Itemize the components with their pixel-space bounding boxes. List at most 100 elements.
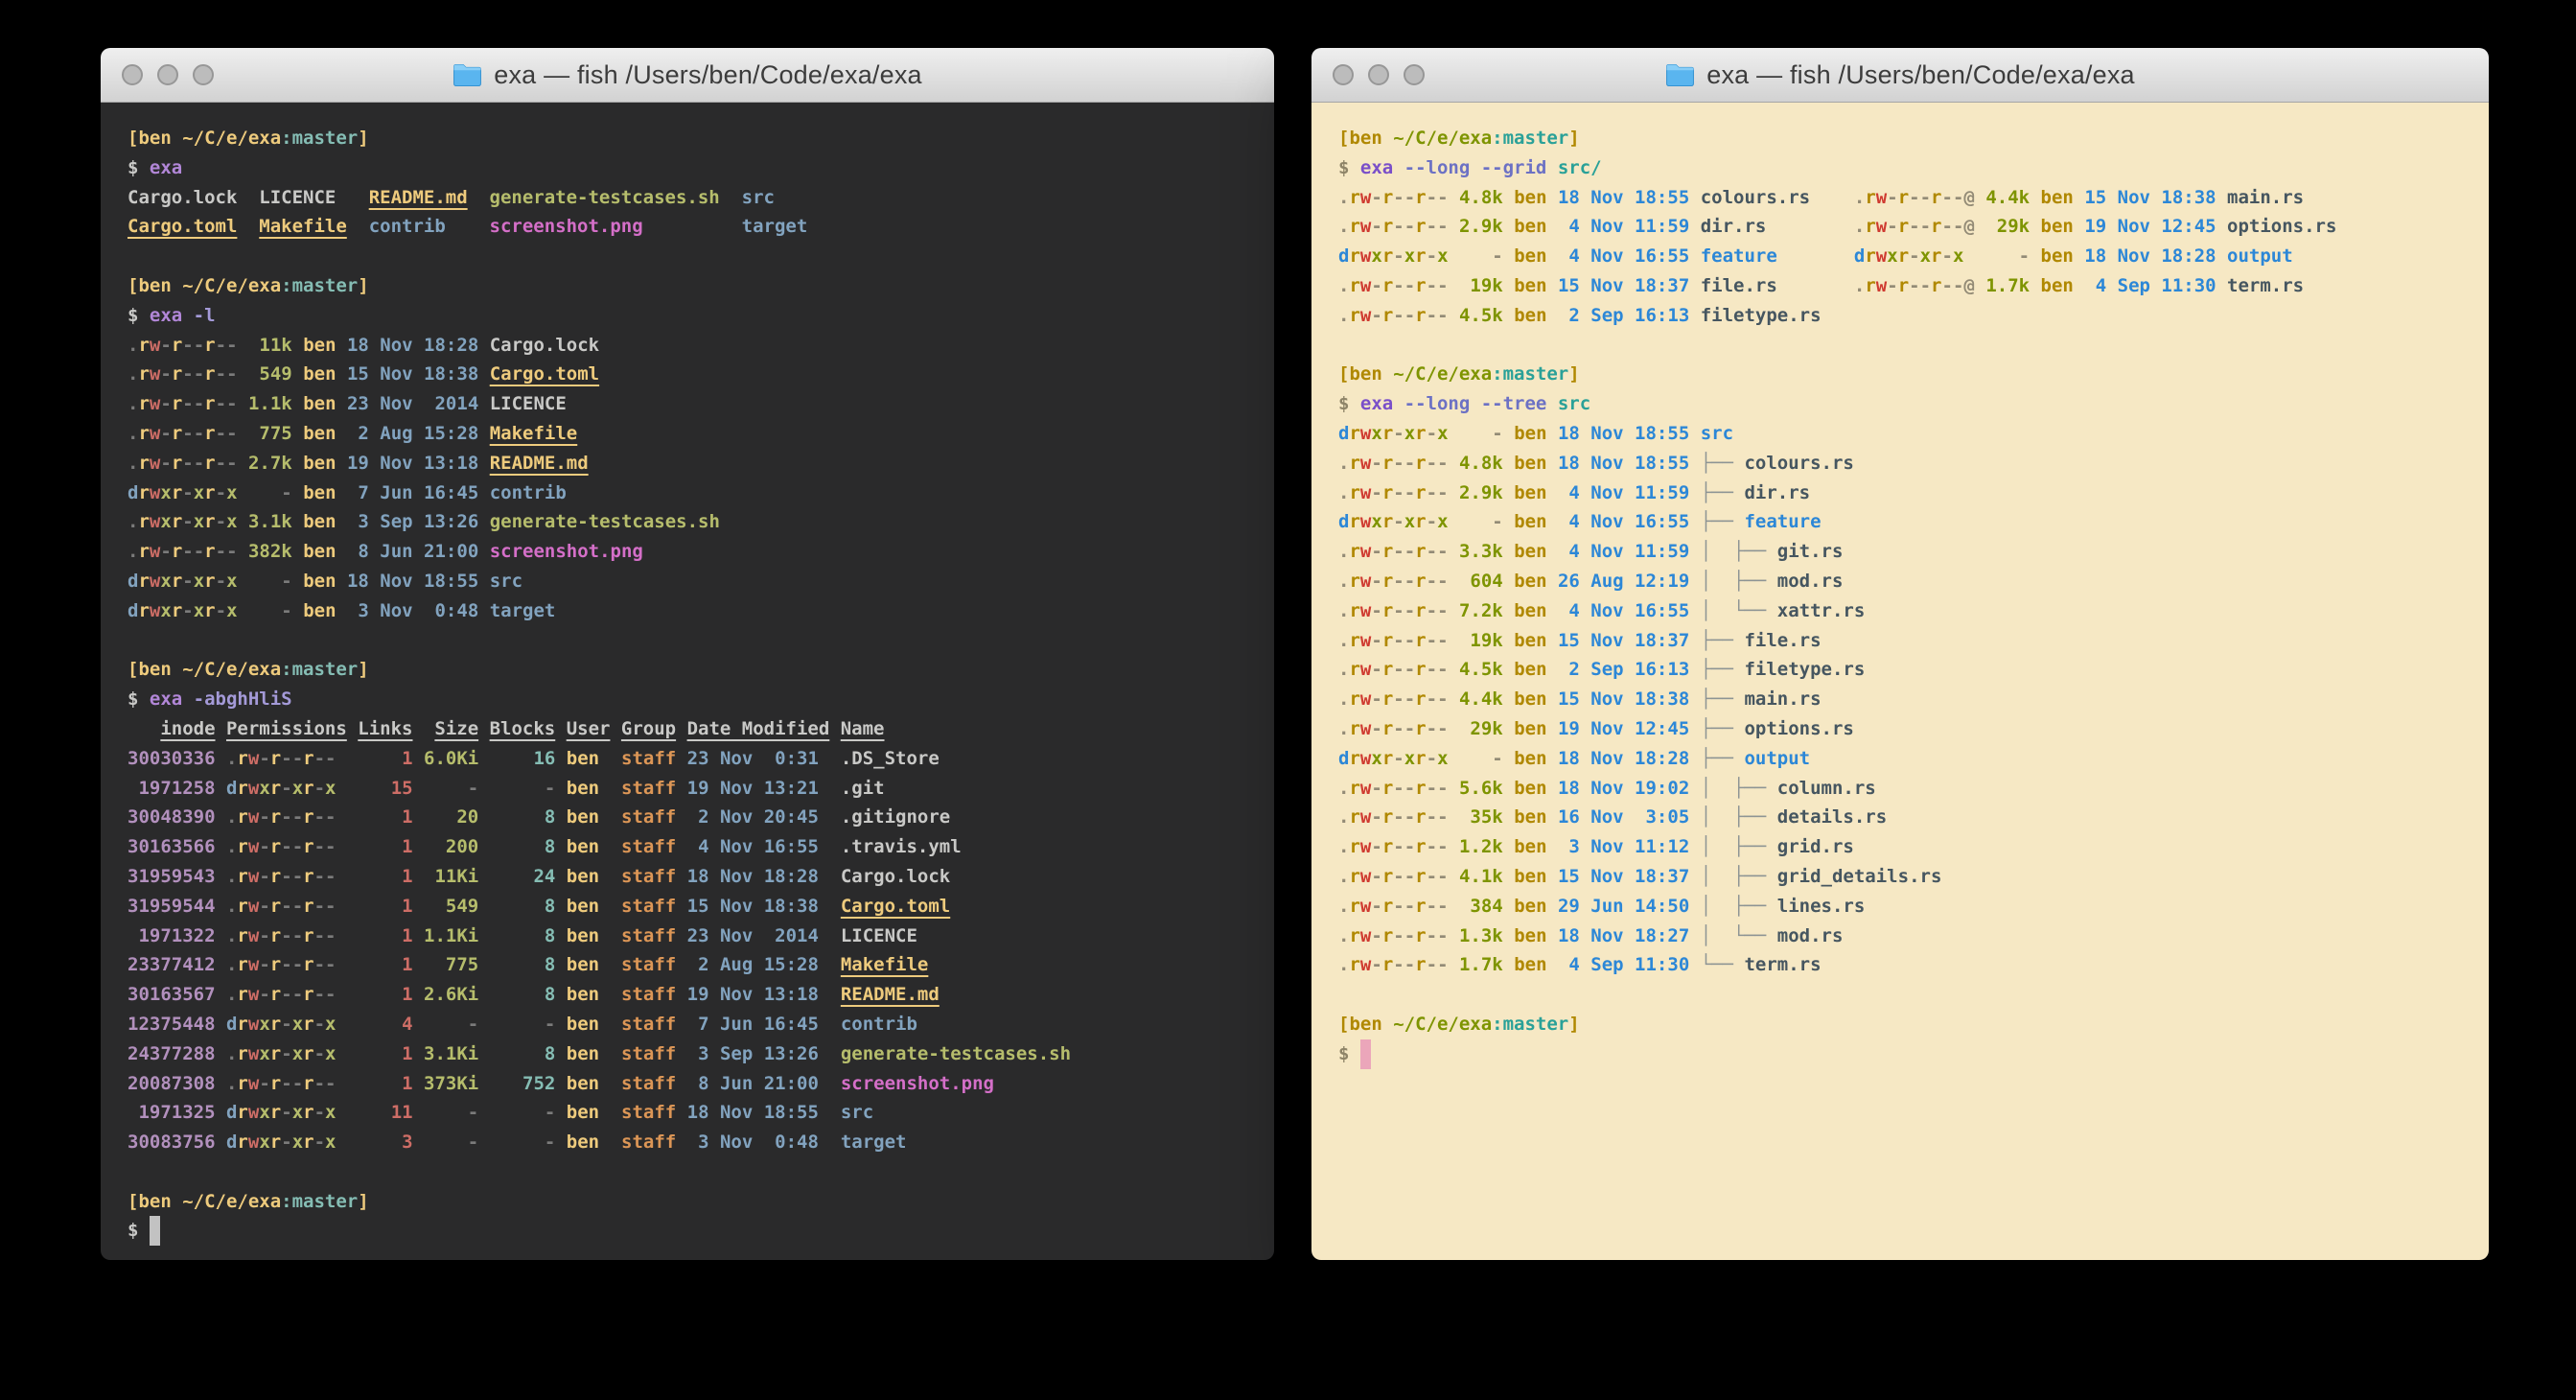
terminal-text: exa — [1360, 157, 1393, 178]
terminal-text — [337, 896, 359, 917]
terminal-text: target — [841, 1132, 907, 1153]
terminal-text: 18 Nov 18:28 — [2084, 245, 2216, 267]
terminal-text: LICENCE — [259, 187, 336, 208]
permission-bits: .rw-r--r-- — [226, 1073, 337, 1094]
terminal-text: xattr.rs — [1777, 600, 1866, 621]
titlebar[interactable]: exa — fish /Users/ben/Code/exa/exa — [101, 48, 1274, 103]
terminal-text — [337, 1014, 359, 1035]
permission-bits: drwxr-xr-x — [226, 1014, 337, 1035]
terminal-text: ├── — [1701, 482, 1745, 503]
terminal-text — [216, 836, 226, 857]
terminal-text: ben — [1514, 688, 1546, 710]
terminal-screen[interactable]: [ben ~/C/e/exa:master]$ exaCargo.lock LI… — [101, 103, 1274, 1260]
terminal-text — [337, 1073, 359, 1094]
terminal-text: $ — [1338, 393, 1360, 414]
terminal-text — [1689, 748, 1700, 769]
terminal-line — [128, 242, 1274, 271]
terminal-line: [ben ~/C/e/exa:master] — [1338, 124, 2489, 153]
terminal-text — [292, 453, 303, 474]
zoom-button[interactable] — [193, 64, 214, 85]
terminal-text — [337, 954, 359, 975]
terminal-text: ben — [1514, 748, 1546, 769]
terminal-text: ] — [1568, 1014, 1579, 1035]
minimize-button[interactable] — [157, 64, 178, 85]
terminal-text — [1449, 925, 1459, 946]
terminal-text — [819, 778, 841, 799]
terminal-line: $ exa --long --tree src — [1338, 389, 2489, 419]
terminal-line — [128, 1157, 1274, 1187]
terminal-text — [1689, 511, 1700, 532]
terminal-text — [337, 335, 347, 356]
terminal-text: ben — [1514, 305, 1546, 326]
terminal-text — [555, 925, 566, 946]
terminal-text: ben — [1514, 216, 1546, 237]
traffic-lights — [122, 48, 214, 102]
terminal-text — [1777, 275, 1854, 296]
terminal-text: 19k — [1459, 275, 1503, 296]
terminal-text: 11Ki — [424, 866, 478, 887]
terminal-text: - — [490, 1102, 556, 1123]
terminal-text: │ ├── — [1701, 541, 1777, 562]
terminal-text: 18 Nov 18:55 — [347, 571, 478, 592]
terminal-line: [ben ~/C/e/exa:master] — [128, 655, 1274, 685]
terminal-text: output — [1744, 748, 1810, 769]
terminal-text — [216, 1132, 226, 1153]
terminal-text — [216, 896, 226, 917]
minimize-button[interactable] — [1368, 64, 1389, 85]
terminal-text: grid_details.rs — [1777, 866, 1942, 887]
terminal-text: - — [490, 778, 556, 799]
permission-bits: .rwxr-xr-x — [128, 511, 238, 532]
terminal-text: ben — [2041, 216, 2074, 237]
terminal-line: $ exa — [128, 153, 1274, 183]
terminal-line: $ exa --long --grid src/ — [1338, 153, 2489, 183]
permission-bits: .rw-r--r-- — [1338, 453, 1449, 474]
terminal-text: README.md — [841, 984, 940, 1005]
terminal-text — [1689, 482, 1700, 503]
terminal-text — [2074, 187, 2084, 208]
terminal-text — [1689, 925, 1700, 946]
terminal-line: drwxr-xr-x - ben 4 Nov 16:55 ├── feature — [1338, 507, 2489, 537]
terminal-line: [ben ~/C/e/exa:master] — [1338, 1010, 2489, 1039]
zoom-button[interactable] — [1404, 64, 1425, 85]
terminal-text — [1449, 453, 1459, 474]
terminal-text — [337, 511, 347, 532]
terminal-text: 23 Nov 0:31 — [687, 748, 819, 769]
terminal-text — [643, 216, 742, 237]
terminal-text: 4.4k — [1985, 187, 2030, 208]
terminal-text — [292, 541, 303, 562]
terminal-text — [337, 600, 347, 621]
titlebar[interactable]: exa — fish /Users/ben/Code/exa/exa — [1311, 48, 2489, 103]
terminal-text: - — [1459, 423, 1503, 444]
close-button[interactable] — [1333, 64, 1354, 85]
terminal-text — [1547, 482, 1558, 503]
terminal-text: - — [424, 1102, 478, 1123]
terminal-text: src/ — [1546, 157, 1601, 178]
close-button[interactable] — [122, 64, 143, 85]
terminal-text: 384 — [1459, 896, 1503, 917]
terminal-text — [1449, 275, 1459, 296]
terminal-text: 4.5k — [1459, 659, 1503, 680]
terminal-text — [1449, 216, 1459, 237]
terminal-screen[interactable]: [ben ~/C/e/exa:master]$ exa --long --gri… — [1311, 103, 2489, 1260]
terminal-text — [478, 453, 489, 474]
terminal-text: - — [490, 1014, 556, 1035]
terminal-text: main.rs — [1744, 688, 1821, 710]
terminal-text: :master — [1492, 363, 1568, 385]
terminal-text: ben — [567, 1102, 611, 1123]
terminal-text: ben — [303, 600, 336, 621]
permission-bits: .rw-r--r--@ — [1854, 275, 1975, 296]
terminal-text: ben — [1514, 275, 1546, 296]
terminal-text: ben — [303, 571, 336, 592]
terminal-text — [1689, 305, 1700, 326]
terminal-text — [413, 896, 424, 917]
terminal-text: filetype.rs — [1701, 305, 1822, 326]
terminal-text — [555, 866, 566, 887]
terminal-text: ben — [1514, 659, 1546, 680]
terminal-text: --long --tree — [1393, 393, 1546, 414]
terminal-text: 19 Nov 13:18 — [347, 453, 478, 474]
terminal-text — [676, 866, 686, 887]
terminal-line: .rw-r--r-- 29k ben 19 Nov 12:45 ├── opti… — [1338, 714, 2489, 744]
terminal-text — [337, 363, 347, 385]
terminal-line: inode Permissions Links Size Blocks User… — [128, 714, 1274, 744]
terminal-text — [2074, 275, 2084, 296]
